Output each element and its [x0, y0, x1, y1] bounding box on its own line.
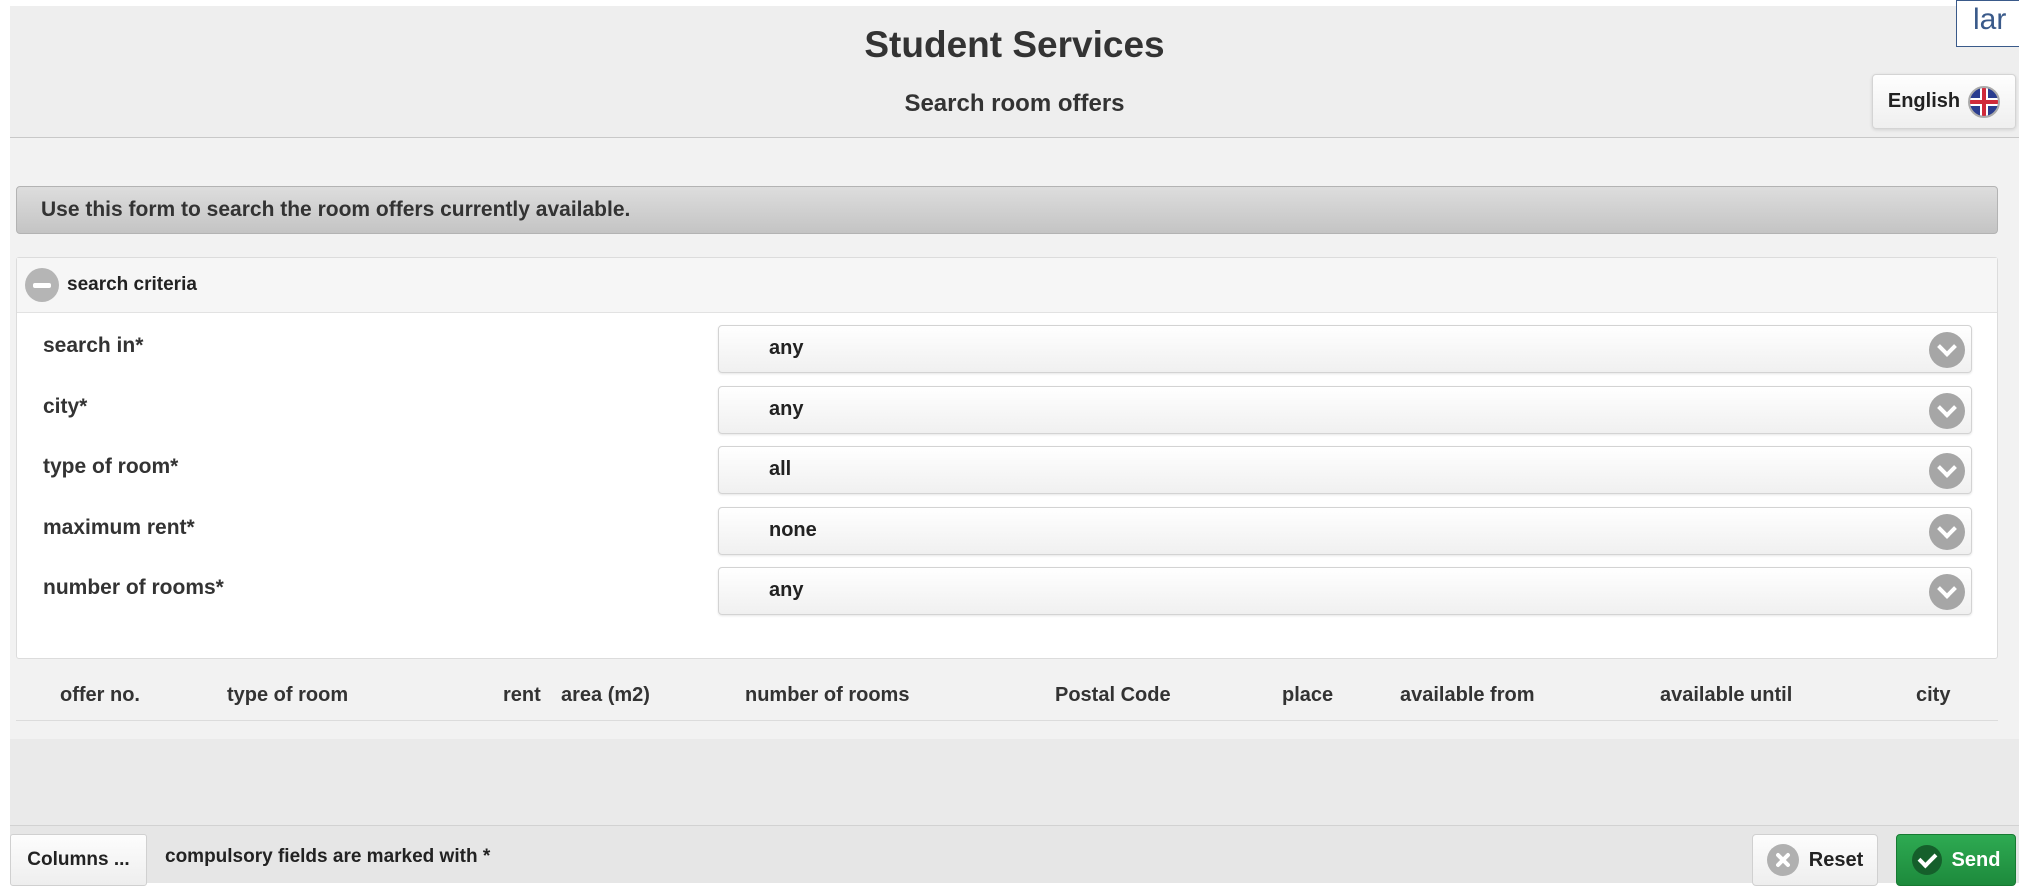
language-label: English	[1887, 90, 1961, 112]
results-table-header: offer no. type of room rent area (m2) nu…	[16, 666, 1998, 721]
column-header[interactable]: city	[1916, 684, 1950, 707]
field-search-in: search in* any	[17, 325, 1997, 373]
column-header[interactable]: available from	[1400, 684, 1535, 707]
column-header[interactable]: available until	[1660, 684, 1792, 707]
language-tag[interactable]: lar	[1956, 0, 2019, 47]
number-of-rooms-select[interactable]: any	[718, 567, 1972, 615]
send-button[interactable]: Send	[1896, 834, 2016, 886]
language-button[interactable]: English	[1872, 74, 2016, 129]
chevron-down-icon	[1929, 453, 1965, 489]
chevron-down-icon	[1929, 514, 1965, 550]
type-of-room-select[interactable]: all	[718, 446, 1972, 494]
search-criteria-toggle[interactable]: search criteria	[17, 258, 1997, 313]
column-header[interactable]: type of room	[227, 684, 348, 707]
column-header[interactable]: place	[1282, 684, 1333, 707]
reset-button[interactable]: Reset	[1752, 834, 1878, 886]
page: Student Services Search room offers Engl…	[10, 6, 2019, 886]
maximum-rent-select[interactable]: none	[718, 507, 1972, 555]
chevron-down-icon	[1929, 574, 1965, 610]
select-value: any	[769, 337, 804, 359]
column-header[interactable]: offer no.	[60, 684, 140, 707]
check-circle-icon	[1911, 845, 1942, 875]
column-header[interactable]: rent	[503, 684, 541, 707]
info-bar: Use this form to search the room offers …	[16, 186, 1998, 234]
field-label: type of room*	[43, 455, 179, 478]
field-label: city*	[43, 395, 88, 418]
search-criteria-label: search criteria	[67, 274, 197, 295]
reset-label: Reset	[1808, 848, 1864, 871]
app-title: Student Services	[864, 24, 1165, 65]
field-label: search in*	[43, 334, 144, 357]
field-maximum-rent: maximum rent* none	[17, 507, 1997, 555]
search-criteria-panel: search criteria search in* any city* any…	[16, 257, 1998, 659]
column-header[interactable]: Postal Code	[1055, 684, 1171, 707]
field-city: city* any	[17, 386, 1997, 434]
results-area	[10, 739, 2019, 825]
uk-flag-icon	[1968, 85, 2001, 118]
select-value: any	[769, 579, 804, 601]
field-label: maximum rent*	[43, 516, 195, 539]
chevron-down-icon	[1929, 393, 1965, 429]
column-header[interactable]: number of rooms	[745, 684, 909, 707]
footer-bar: Columns ... compulsory fields are marked…	[10, 825, 2019, 886]
send-label: Send	[1951, 848, 2001, 871]
select-value: any	[769, 398, 804, 420]
minus-circle-icon	[25, 268, 59, 302]
field-number-of-rooms: number of rooms* any	[17, 567, 1997, 615]
select-value: none	[769, 519, 817, 541]
search-in-select[interactable]: any	[718, 325, 1972, 373]
columns-button[interactable]: Columns ...	[10, 834, 147, 886]
city-select[interactable]: any	[718, 386, 1972, 434]
column-header[interactable]: area (m2)	[561, 684, 650, 707]
field-label: number of rooms*	[43, 576, 224, 599]
select-value: all	[769, 458, 792, 480]
chevron-down-icon	[1929, 332, 1965, 368]
x-circle-icon	[1766, 844, 1799, 876]
header: Student Services Search room offers Engl…	[10, 6, 2019, 138]
field-type-of-room: type of room* all	[17, 446, 1997, 494]
page-title: Search room offers	[904, 90, 1125, 117]
compulsory-note: compulsory fields are marked with *	[165, 846, 491, 867]
